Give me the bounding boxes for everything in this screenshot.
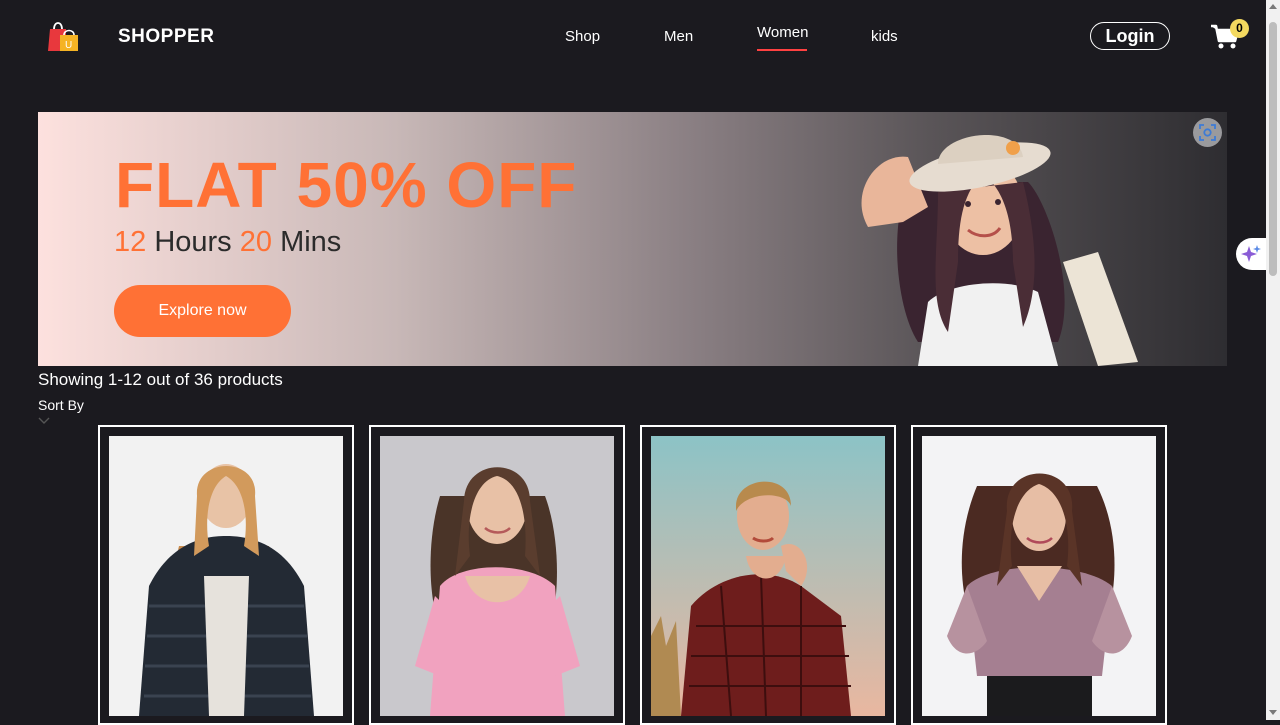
scroll-up-arrow-icon[interactable]	[1269, 4, 1277, 9]
banner-countdown: 12 Hours 20 Mins	[114, 226, 341, 259]
page-scrollbar[interactable]	[1266, 0, 1280, 720]
product-card[interactable]	[911, 425, 1167, 725]
explore-now-button[interactable]: Explore now	[114, 285, 291, 337]
nav-link-shop[interactable]: Shop	[565, 28, 600, 45]
scroll-down-arrow-icon[interactable]	[1269, 710, 1277, 715]
product-image[interactable]	[109, 436, 343, 716]
hero-banner: FLAT 50% OFF 12 Hours 20 Mins Explore no…	[38, 112, 1227, 366]
svg-text:U: U	[65, 40, 72, 51]
visual-search-icon[interactable]	[1193, 118, 1222, 147]
nav-link-women[interactable]: Women	[757, 24, 808, 41]
login-button[interactable]: Login	[1090, 22, 1170, 50]
countdown-mins-label: Mins	[280, 226, 342, 258]
banner-model-image	[861, 134, 1138, 366]
chevron-down-icon[interactable]	[38, 417, 50, 425]
shopping-bags-icon[interactable]: U	[44, 19, 80, 53]
nav-link-kids[interactable]: kids	[871, 28, 898, 45]
scrollbar-thumb[interactable]	[1269, 22, 1277, 276]
product-card[interactable]	[640, 425, 896, 725]
product-image[interactable]	[922, 436, 1156, 716]
banner-title: FLAT 50% OFF	[115, 149, 578, 221]
countdown-mins-value: 20	[239, 226, 273, 258]
sort-by-dropdown[interactable]: Sort By	[38, 397, 84, 413]
countdown-hours-label: Hours	[154, 226, 232, 258]
cart-count-badge: 0	[1230, 19, 1249, 38]
product-count-text: Showing 1-12 out of 36 products	[38, 370, 283, 389]
countdown-hours-value: 12	[114, 226, 147, 258]
product-image[interactable]	[651, 436, 885, 716]
active-nav-underline	[757, 49, 807, 51]
product-card[interactable]	[369, 425, 625, 725]
nav-link-men[interactable]: Men	[664, 28, 693, 45]
assistant-sparkle-button[interactable]	[1236, 238, 1266, 270]
product-image[interactable]	[380, 436, 614, 716]
navbar: U SHOPPER Shop Men Women kids Login 0	[0, 0, 1266, 74]
sparkle-icon	[1241, 245, 1261, 262]
brand-name[interactable]: SHOPPER	[118, 26, 214, 48]
product-card[interactable]	[98, 425, 354, 725]
